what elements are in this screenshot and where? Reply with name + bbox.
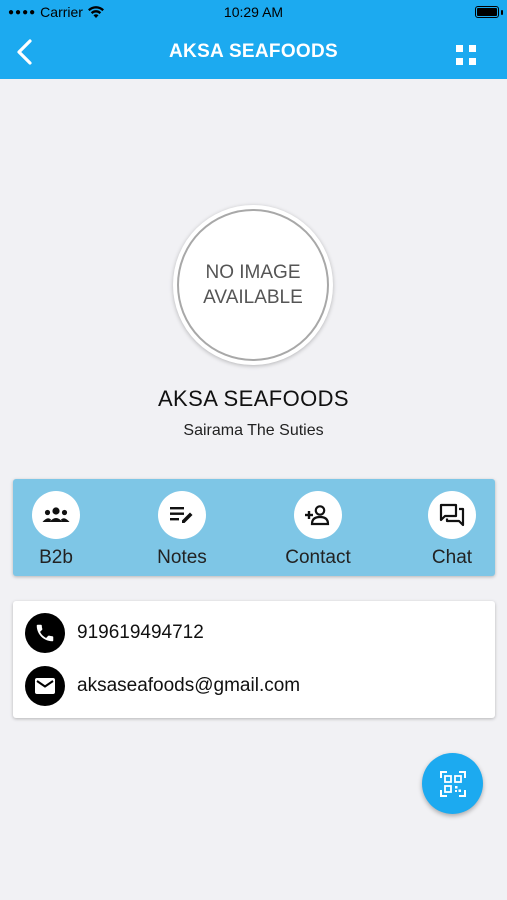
notes-button[interactable]: Notes <box>137 491 227 569</box>
chat-label: Chat <box>431 547 473 568</box>
status-bar: ●●●● Carrier 10:29 AM <box>0 0 507 26</box>
contact-details-card: 919619494712 aksaseafoods@gmail.com <box>13 601 495 718</box>
action-bar: B2b Notes Contact Chat <box>13 479 495 576</box>
company-subtitle: Sairama The Suties <box>183 422 324 439</box>
phone-row[interactable]: 919619494712 <box>25 613 204 653</box>
contact-label: Contact <box>285 547 351 568</box>
email-icon-circle <box>25 666 65 706</box>
company-name: AKSA SEAFOODS <box>157 386 350 411</box>
email-icon <box>35 678 55 694</box>
phone-icon-circle <box>25 613 65 653</box>
nav-bar: AKSA SEAFOODS <box>0 26 507 79</box>
chat-icon-circle <box>428 491 476 539</box>
b2b-icon-circle <box>32 491 80 539</box>
status-time: 10:29 AM <box>223 4 284 20</box>
b2b-label: B2b <box>39 547 73 568</box>
email-address: aksaseafoods@gmail.com <box>77 675 301 696</box>
b2b-button[interactable]: B2b <box>11 491 101 569</box>
app-header: ●●●● Carrier 10:29 AM AKSA SEAFOODS <box>0 0 507 79</box>
qr-code-icon <box>439 770 466 797</box>
contact-icon-circle <box>294 491 342 539</box>
avatar[interactable]: NO IMAGE AVAILABLE <box>173 205 333 365</box>
chat-icon <box>439 503 465 527</box>
qr-scan-button[interactable] <box>422 753 483 814</box>
grid-menu-icon[interactable] <box>455 44 477 66</box>
no-image-line1: NO IMAGE <box>205 262 301 283</box>
add-person-icon <box>305 505 330 526</box>
phone-number: 919619494712 <box>77 622 204 643</box>
group-icon <box>42 507 70 522</box>
chat-button[interactable]: Chat <box>407 491 497 569</box>
email-row[interactable]: aksaseafoods@gmail.com <box>25 666 300 706</box>
contact-button[interactable]: Contact <box>273 491 363 569</box>
page-title: AKSA SEAFOODS <box>169 41 338 62</box>
battery-cap <box>501 10 503 15</box>
phone-icon <box>36 624 54 642</box>
notes-label: Notes <box>157 547 207 568</box>
no-image-line2: AVAILABLE <box>203 287 303 308</box>
notes-icon-circle <box>158 491 206 539</box>
battery-icon <box>475 6 499 18</box>
no-image-placeholder: NO IMAGE AVAILABLE <box>177 209 329 361</box>
notes-icon <box>170 507 193 523</box>
